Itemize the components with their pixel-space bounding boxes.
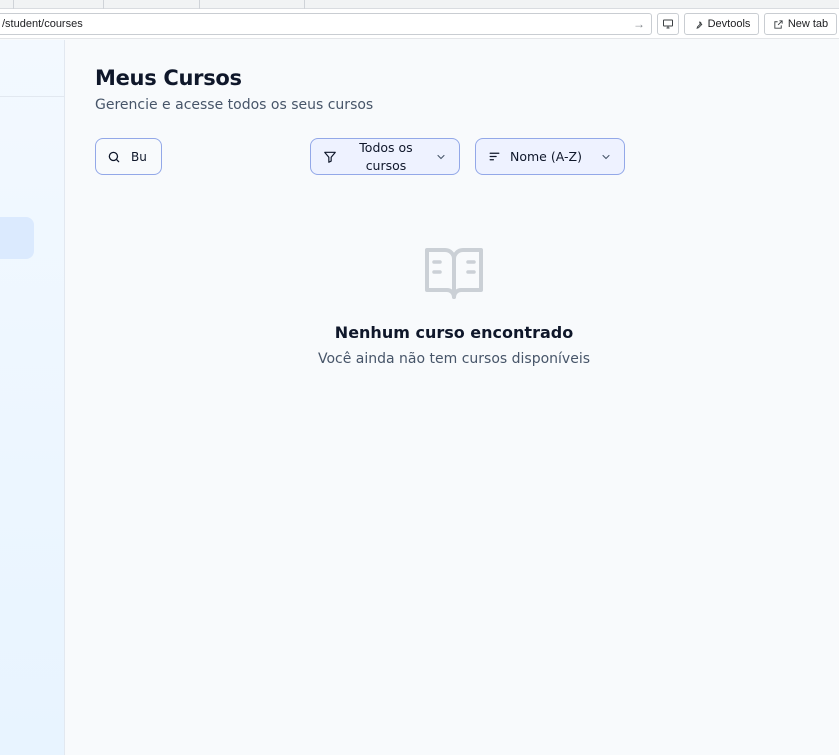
filter-icon xyxy=(324,151,336,163)
external-link-icon xyxy=(774,19,783,29)
empty-state-description: Você ainda não tem cursos disponíveis xyxy=(317,351,591,367)
monitor-icon xyxy=(663,19,673,29)
category-filter-label: Todos os cursos xyxy=(359,139,413,173)
page-title: Meus Cursos xyxy=(95,66,242,90)
browser-tab[interactable] xyxy=(200,0,305,9)
chevron-down-icon xyxy=(602,154,610,159)
browser-tab[interactable] xyxy=(104,0,200,9)
chevron-down-icon xyxy=(437,154,445,159)
go-arrow-icon[interactable]: → xyxy=(633,17,645,31)
browser-toolbar: /student/courses → Devtools New tab xyxy=(0,9,839,39)
search-box[interactable] xyxy=(95,138,162,175)
new-tab-button[interactable]: New tab xyxy=(764,13,837,35)
sort-label: Nome (A-Z) xyxy=(510,149,582,164)
sort-select[interactable]: Nome (A-Z) xyxy=(475,138,625,175)
sidebar xyxy=(0,40,65,755)
sort-lines-icon xyxy=(489,152,500,161)
browser-tab[interactable] xyxy=(14,0,104,9)
new-tab-label: New tab xyxy=(787,18,829,30)
search-input[interactable] xyxy=(131,149,161,164)
devtools-label: Devtools xyxy=(707,18,751,30)
address-bar[interactable]: /student/courses → xyxy=(0,13,652,35)
book-open-icon xyxy=(425,248,483,299)
devtools-button[interactable]: Devtools xyxy=(684,13,759,35)
address-bar-url: /student/courses xyxy=(2,18,83,30)
browser-tab-strip xyxy=(0,0,839,9)
search-icon xyxy=(108,151,120,162)
screen-button[interactable] xyxy=(657,13,679,35)
category-filter-select[interactable]: Todos os cursos xyxy=(310,138,460,175)
page-subtitle: Gerencie e acesse todos os seus cursos xyxy=(95,97,374,113)
browser-tab[interactable] xyxy=(0,0,14,9)
sidebar-item-active[interactable] xyxy=(0,217,34,259)
main-content: Meus Cursos Gerencie e acesse todos os s… xyxy=(65,40,839,755)
wrench-icon xyxy=(695,20,702,29)
empty-state-title: Nenhum curso encontrado xyxy=(334,323,574,342)
sidebar-divider xyxy=(0,96,64,97)
